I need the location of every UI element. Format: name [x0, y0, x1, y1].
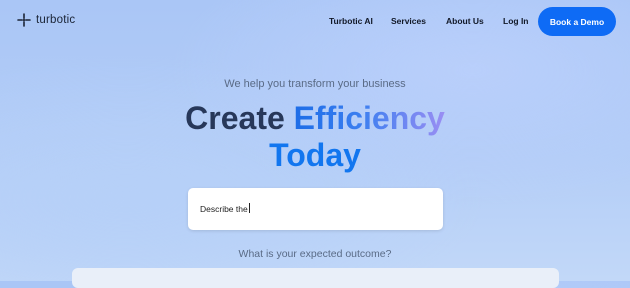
- nav-services[interactable]: Services: [391, 16, 426, 26]
- describe-input[interactable]: Describe the: [188, 188, 443, 230]
- hero-title-word-create: Create: [185, 100, 285, 136]
- hero-title-line1: Create Efficiency: [0, 99, 630, 137]
- turbotic-logo-icon: [17, 13, 31, 27]
- describe-input-text: Describe the: [200, 203, 250, 214]
- hero-subheading: We help you transform your business: [224, 78, 406, 90]
- nav-log-in[interactable]: Log In: [503, 16, 529, 26]
- hero-title-word-today: Today: [269, 137, 361, 173]
- nav-about-us[interactable]: About Us: [446, 16, 484, 26]
- text-caret: [248, 203, 250, 213]
- hero-title-word-efficiency: Efficiency: [293, 100, 445, 136]
- brand-name: turbotic: [36, 14, 76, 26]
- header: turbotic Turbotic AI Services About Us L…: [0, 0, 630, 44]
- nav-turbotic-ai[interactable]: Turbotic AI: [329, 16, 373, 26]
- brand-logo[interactable]: turbotic: [17, 13, 75, 27]
- outcome-question: What is your expected outcome?: [238, 248, 392, 260]
- book-demo-button[interactable]: Book a Demo: [538, 7, 616, 36]
- hero-title-line2: Today: [0, 136, 630, 174]
- outcome-panel[interactable]: [72, 268, 559, 288]
